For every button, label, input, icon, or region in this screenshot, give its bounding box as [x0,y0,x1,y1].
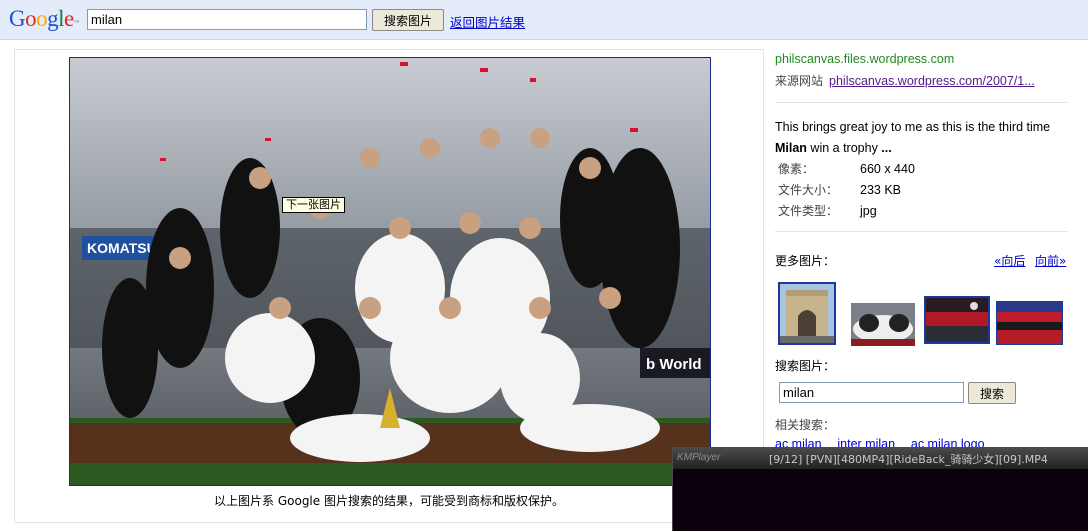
side-search-button[interactable]: 搜索 [968,382,1016,404]
metadata-key: 文件类型： [778,204,839,218]
thumbnail-stadium-red[interactable] [924,296,990,344]
google-logo[interactable]: Google™ [9,5,80,33]
search-images-button[interactable]: 搜索图片 [372,9,444,31]
thumbnail-arch[interactable] [778,282,836,345]
kmplayer-title: [9/12] [PVN][480MP4][RideBack_骑骑少女][09].… [769,453,1048,466]
svg-text:KOMATSU: KOMATSU [87,240,157,256]
metadata-row: 文件类型： jpg [778,200,915,221]
thumbnail-stadium-crowd[interactable] [996,301,1063,345]
divider [775,102,1068,103]
main-photo[interactable]: KOMATSU b World [69,57,711,486]
image-metadata-table: 像素： 660 x 440 文件大小： 233 KB 文件类型： jpg [778,158,915,221]
kmplayer-titlebar[interactable]: KMPlayer [9/12] [PVN][480MP4][RideBack_骑… [673,448,1088,469]
metadata-value: 233 KB [860,182,902,197]
source-page-link[interactable]: philscanvas.wordpress.com/2007/1... [829,74,1035,88]
search-input[interactable] [87,9,367,30]
metadata-key: 像素： [778,162,815,176]
image-snippet: This brings great joy to me as this is t… [775,117,1070,159]
source-label: 来源网站 [775,74,824,88]
metadata-value: jpg [860,203,877,218]
source-row: 来源网站 philscanvas.wordpress.com/2007/1... [775,72,1035,89]
more-images-label: 更多图片： [775,254,836,268]
top-bar: Google™ 搜索图片 返回图片结果 [0,0,1088,40]
image-caption: 以上图片系 Google 图片搜索的结果，可能受到商标和版权保护。 [214,494,564,508]
next-images-link[interactable]: 向前» [1035,252,1066,269]
metadata-row: 像素： 660 x 440 [778,158,915,179]
snippet-ellipsis: ... [881,141,892,155]
snippet-keyword: Milan [775,141,807,155]
side-search-input[interactable] [779,382,964,403]
previous-images-link[interactable]: «向后 [994,252,1025,269]
back-to-results-link[interactable]: 返回图片结果 [450,12,525,31]
metadata-key: 文件大小： [778,183,839,197]
thumbnail-team-photo[interactable] [851,303,915,346]
related-searches-label: 相关搜索： [775,418,836,432]
divider [775,231,1068,232]
metadata-row: 文件大小： 233 KB [778,179,915,200]
kmplayer-window[interactable]: KMPlayer [9/12] [PVN][480MP4][RideBack_骑… [672,447,1088,531]
next-image-tooltip: 下一张图片 [282,197,345,213]
metadata-value: 660 x 440 [860,161,915,176]
snippet-text: win a trophy [806,141,882,155]
svg-text:b World: b World [646,356,702,373]
snippet-text: This brings great joy to me as this is t… [775,120,1051,134]
kmplayer-logo: KMPlayer [677,452,721,463]
source-domain: philscanvas.files.wordpress.com [775,52,955,66]
search-images-label: 搜索图片： [775,359,836,373]
